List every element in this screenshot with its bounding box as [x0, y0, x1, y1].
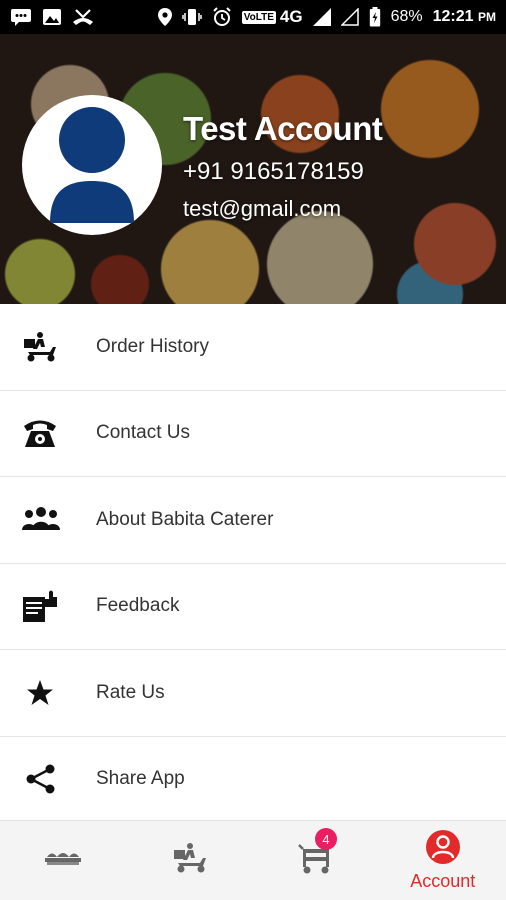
status-left — [10, 8, 94, 26]
bottom-nav: 4 Account — [0, 820, 506, 900]
volte-indicator: VoLTE — [241, 10, 276, 24]
nav-account-label: Account — [410, 870, 476, 891]
clock-time: 12:21 — [432, 8, 474, 25]
menu-item-order-history[interactable]: Order History — [0, 304, 506, 391]
status-right: VoLTE 4G 68% 12:21 PM — [157, 7, 496, 27]
user-icon — [50, 107, 134, 223]
star-icon — [0, 673, 96, 713]
missed-call-icon — [72, 8, 94, 26]
nav-home[interactable] — [0, 821, 127, 900]
feedback-icon — [0, 586, 96, 626]
group-icon — [0, 500, 96, 540]
share-icon — [0, 759, 96, 799]
menu-item-label: Order History — [96, 335, 209, 357]
account-icon — [425, 829, 460, 869]
battery-percentage: 68% — [390, 8, 423, 25]
delivery-scooter-icon — [172, 841, 208, 880]
nav-cart[interactable]: 4 — [253, 821, 380, 900]
menu-item-contact-us[interactable]: Contact Us — [0, 390, 506, 477]
status-bar: VoLTE 4G 68% 12:21 PM — [0, 0, 506, 34]
user-email: test@gmail.com — [183, 196, 342, 221]
menu-item-label: Contact Us — [96, 422, 190, 444]
menu-item-rate-us[interactable]: Rate Us — [0, 650, 506, 737]
menu-item-feedback[interactable]: Feedback — [0, 563, 506, 650]
cart-badge: 4 — [315, 828, 337, 850]
signal-icon — [312, 8, 331, 26]
profile-header: Test Account +91 9165178159 test@gmail.c… — [0, 34, 506, 304]
clock: 12:21 PM — [433, 8, 496, 26]
menu-item-label: About Babita Caterer — [96, 508, 274, 530]
menu-item-share-app[interactable]: Share App — [0, 736, 506, 823]
avatar[interactable] — [22, 95, 162, 235]
alarm-icon — [212, 7, 232, 27]
menu-item-label: Feedback — [96, 595, 180, 617]
signal-empty-icon — [340, 8, 359, 26]
delivery-scooter-icon — [0, 327, 96, 367]
menu-item-label: Share App — [96, 768, 185, 790]
network-type: 4G — [279, 7, 303, 26]
account-menu: Order History Contact Us About Babita Ca… — [0, 304, 506, 823]
clock-suffix: PM — [478, 10, 496, 24]
vibrate-icon — [181, 8, 202, 26]
nav-account[interactable]: Account — [380, 821, 506, 900]
location-icon — [157, 8, 172, 26]
message-icon — [10, 8, 32, 26]
menu-item-about[interactable]: About Babita Caterer — [0, 477, 506, 564]
catering-home-icon — [44, 847, 82, 874]
menu-item-label: Rate Us — [96, 681, 165, 703]
gallery-icon — [42, 8, 62, 26]
user-name: Test Account — [183, 110, 383, 147]
battery-icon — [369, 7, 381, 27]
user-info: Test Account +91 9165178159 test@gmail.c… — [183, 110, 383, 222]
telephone-icon — [0, 413, 96, 453]
user-phone: +91 9165178159 — [183, 158, 364, 185]
nav-orders[interactable] — [127, 821, 254, 900]
